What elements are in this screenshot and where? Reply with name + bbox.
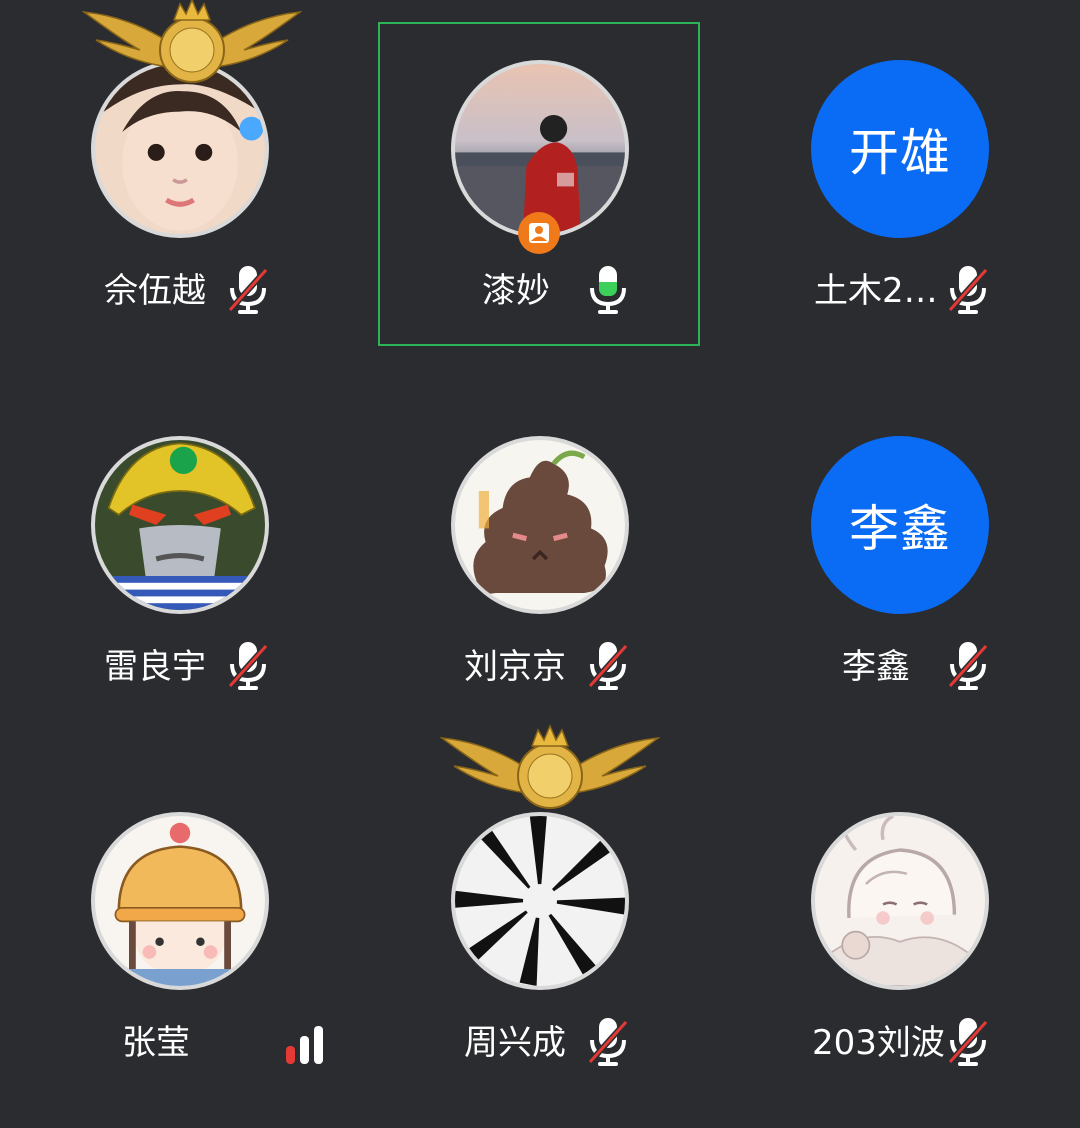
mic-muted-icon[interactable]	[224, 638, 272, 694]
mic-muted-icon[interactable]	[224, 262, 272, 318]
mic-muted-icon[interactable]	[584, 1014, 632, 1070]
participant-tile[interactable]: 佘伍越	[0, 0, 360, 376]
participant-name: 周兴成	[464, 1023, 566, 1063]
avatar	[451, 60, 629, 238]
participant-tile[interactable]: 张莹	[0, 752, 360, 1128]
letter-avatar: 开雄	[811, 60, 989, 238]
host-person-icon	[518, 212, 560, 254]
participant-tile-active[interactable]: 漆妙	[360, 0, 720, 376]
avatar	[91, 812, 269, 990]
participant-tile[interactable]: 203刘波	[720, 752, 1080, 1128]
participant-tile[interactable]: 开雄 土木2…	[720, 0, 1080, 376]
participant-tile[interactable]: 李鑫 李鑫	[720, 376, 1080, 752]
mic-muted-icon[interactable]	[944, 638, 992, 694]
avatar	[811, 812, 989, 990]
participant-name: 203刘波	[812, 1023, 945, 1063]
participant-name: 漆妙	[482, 271, 550, 311]
participant-tile[interactable]: 周兴成	[360, 724, 720, 1128]
participant-name: 张莹	[122, 1023, 190, 1063]
gold-wings-badge-icon	[82, 0, 302, 83]
participant-tile[interactable]: 雷良宇	[0, 376, 360, 752]
participant-name: 土木2…	[814, 271, 938, 311]
mic-muted-icon[interactable]	[944, 1014, 992, 1070]
participant-name: 雷良宇	[104, 647, 206, 687]
participant-tile[interactable]: 刘京京	[360, 376, 720, 752]
avatar	[91, 436, 269, 614]
participant-name: 佘伍越	[104, 271, 206, 311]
avatar	[451, 812, 629, 990]
network-signal-icon	[286, 1026, 323, 1064]
mic-speaking-icon[interactable]	[584, 262, 632, 318]
avatar	[451, 436, 629, 614]
participant-name: 刘京京	[464, 647, 566, 687]
gold-wings-badge-icon	[440, 724, 660, 809]
letter-avatar: 李鑫	[811, 436, 989, 614]
mic-muted-icon[interactable]	[584, 638, 632, 694]
mic-muted-icon[interactable]	[944, 262, 992, 318]
participant-name: 李鑫	[842, 647, 910, 687]
